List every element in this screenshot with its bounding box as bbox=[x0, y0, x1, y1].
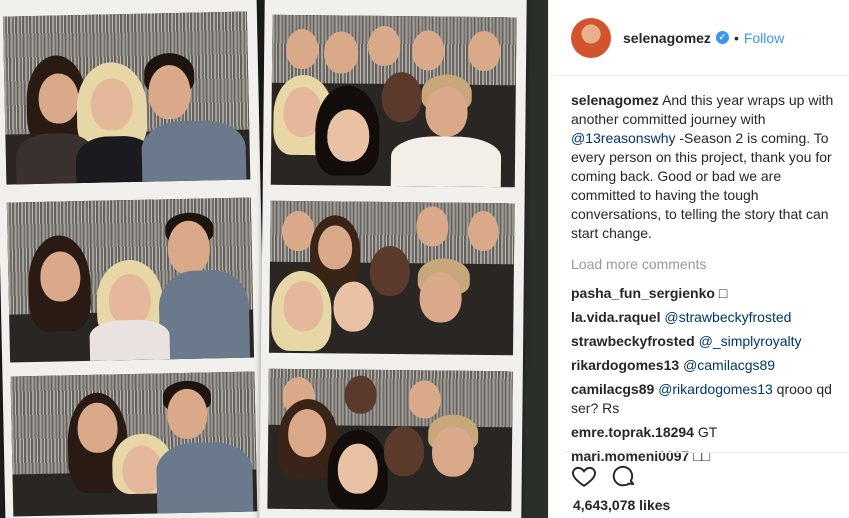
comments-section: selenagomez And this year wraps up with … bbox=[571, 91, 841, 471]
post-photo[interactable] bbox=[0, 0, 548, 518]
header-separator: • bbox=[733, 29, 739, 46]
comment-text: GT bbox=[697, 424, 718, 440]
photobooth-strip-left bbox=[0, 0, 268, 518]
verified-badge-icon: ✓ bbox=[715, 31, 729, 44]
photobooth-frame bbox=[2, 11, 251, 185]
post-sidebar: selenagomez ✓ • Follow selenagomez And t… bbox=[548, 0, 849, 518]
photobooth-frame bbox=[267, 368, 513, 512]
avatar[interactable] bbox=[571, 17, 611, 58]
comment-item: camilacgs89 @rikardogomes13 qrooo qd ser… bbox=[571, 380, 841, 418]
comment-mention[interactable]: @camilacgs89 bbox=[683, 357, 775, 373]
heart-icon[interactable] bbox=[571, 463, 597, 489]
comment-mention[interactable]: @_simplyroyalty bbox=[699, 333, 802, 349]
load-more-comments-button[interactable]: Load more comments bbox=[571, 255, 841, 274]
post-footer: 4,643,078 likes bbox=[563, 452, 849, 513]
caption-mention[interactable]: @13reasonswhy bbox=[571, 130, 676, 146]
comment-mention[interactable]: @rikardogomes13 bbox=[658, 381, 773, 397]
comment-item: rikardogomes13 @camilacgs89 bbox=[571, 356, 841, 375]
comment-list: pasha_fun_sergienko □ la.vida.raquel @str… bbox=[571, 284, 841, 466]
photobooth-frame bbox=[270, 14, 517, 188]
action-bar bbox=[563, 453, 849, 489]
comment-mention[interactable]: @strawbeckyfrosted bbox=[664, 309, 791, 325]
likes-count[interactable]: 4,643,078 likes bbox=[563, 489, 849, 513]
photobooth-frame bbox=[10, 371, 258, 517]
photobooth-frame bbox=[6, 197, 255, 363]
post-caption: selenagomez And this year wraps up with … bbox=[571, 91, 841, 243]
instagram-post: selenagomez ✓ • Follow selenagomez And t… bbox=[0, 0, 849, 518]
comment-username[interactable]: rikardogomes13 bbox=[571, 357, 679, 373]
comment-item: emre.toprak.18294 GT bbox=[571, 423, 841, 442]
photobooth-strip-right bbox=[259, 0, 527, 518]
caption-text-part2: -Season 2 is coming. To every person on … bbox=[571, 130, 832, 241]
comment-text: □ bbox=[718, 285, 728, 301]
header-username[interactable]: selenagomez bbox=[623, 30, 711, 46]
comment-item: la.vida.raquel @strawbeckyfrosted bbox=[571, 308, 841, 327]
comment-icon[interactable] bbox=[611, 463, 637, 489]
comment-username[interactable]: strawbeckyfrosted bbox=[571, 333, 695, 349]
comment-username[interactable]: la.vida.raquel bbox=[571, 309, 660, 325]
caption-username[interactable]: selenagomez bbox=[571, 92, 659, 108]
post-header: selenagomez ✓ • Follow bbox=[549, 0, 849, 76]
comment-username[interactable]: emre.toprak.18294 bbox=[571, 424, 694, 440]
photobooth-frame bbox=[269, 200, 515, 356]
comment-item: pasha_fun_sergienko □ bbox=[571, 284, 841, 303]
comment-username[interactable]: pasha_fun_sergienko bbox=[571, 285, 715, 301]
comment-username[interactable]: camilacgs89 bbox=[571, 381, 654, 397]
comment-item: strawbeckyfrosted @_simplyroyalty bbox=[571, 332, 841, 351]
follow-button[interactable]: Follow bbox=[744, 30, 784, 46]
